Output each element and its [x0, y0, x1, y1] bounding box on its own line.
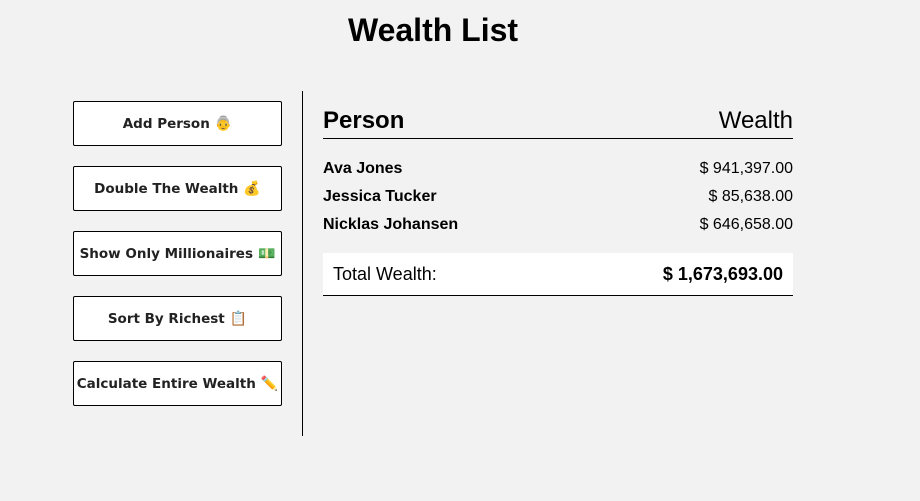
person-wealth: $ 646,658.00: [699, 216, 793, 233]
header-wealth: Wealth: [718, 107, 793, 134]
show-millionaires-button[interactable]: Show Only Millionaires 💵: [73, 231, 282, 276]
page-title: Wealth List: [347, 12, 519, 48]
header-person: Person: [323, 107, 405, 134]
double-wealth-label: Double The Wealth: [94, 180, 239, 197]
add-person-label: Add Person: [122, 115, 210, 132]
total-wealth-bar: Total Wealth: $ 1,673,693.00: [323, 253, 793, 296]
person-name: Jessica Tucker: [323, 188, 437, 205]
table-row: Jessica Tucker $ 85,638.00: [323, 183, 793, 211]
clipboard-emoji-icon: 📋: [229, 310, 248, 327]
sort-richest-label: Sort By Richest: [107, 310, 225, 327]
sort-richest-button[interactable]: Sort By Richest 📋: [73, 296, 282, 341]
vertical-divider: [302, 91, 303, 436]
person-name: Ava Jones: [323, 160, 403, 177]
calculate-wealth-label: Calculate Entire Wealth: [76, 375, 256, 392]
total-wealth-label: Total Wealth:: [333, 263, 437, 284]
table-row: Ava Jones $ 941,397.00: [323, 155, 793, 183]
old-woman-emoji-icon: 👵: [214, 115, 233, 132]
money-bag-emoji-icon: 💰: [243, 180, 261, 197]
table-rows: Ava Jones $ 941,397.00 Jessica Tucker $ …: [323, 139, 793, 239]
pencil-emoji-icon: ✏️: [260, 375, 279, 392]
table-header: Person Wealth: [323, 98, 793, 139]
person-wealth: $ 941,397.00: [699, 160, 793, 177]
calculate-wealth-button[interactable]: Calculate Entire Wealth ✏️: [73, 361, 282, 406]
person-name: Nicklas Johansen: [323, 216, 459, 233]
dollar-banknote-emoji-icon: 💵: [258, 245, 276, 262]
add-person-button[interactable]: Add Person 👵: [73, 101, 282, 146]
show-millionaires-label: Show Only Millionaires: [79, 245, 253, 262]
double-wealth-button[interactable]: Double The Wealth 💰: [73, 166, 282, 211]
wealth-table: Person Wealth Ava Jones $ 941,397.00 Jes…: [323, 98, 793, 296]
person-wealth: $ 85,638.00: [708, 188, 793, 205]
table-row: Nicklas Johansen $ 646,658.00: [323, 211, 793, 239]
total-wealth-value: $ 1,673,693.00: [662, 263, 783, 284]
action-sidebar: Add Person 👵 Double The Wealth 💰 Show On…: [73, 101, 282, 426]
